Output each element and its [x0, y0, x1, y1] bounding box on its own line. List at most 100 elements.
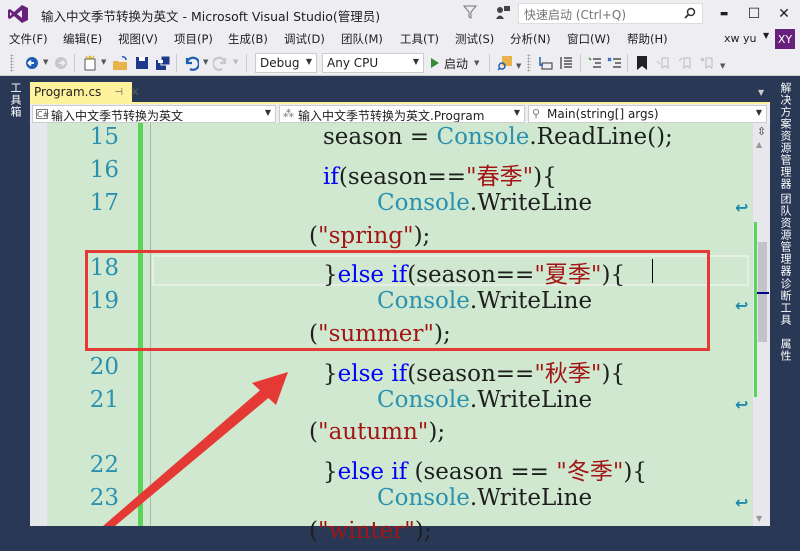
user-dropdown-icon[interactable]: ▼: [763, 31, 769, 40]
code-token: ){: [623, 459, 648, 485]
toolbox-tab[interactable]: 工具箱: [7, 82, 23, 118]
code-line[interactable]: 15 season = Console.ReadLine();: [47, 124, 759, 157]
code-line[interactable]: 23 Console.WriteLine: [47, 485, 759, 518]
chevron-down-icon: ▼: [264, 108, 271, 117]
type-token: Console: [377, 485, 470, 511]
class-icon: ⁂: [283, 107, 294, 120]
class-value: 输入中文季节转换为英文.Program: [298, 109, 485, 123]
close-button[interactable]: ✕: [772, 4, 796, 24]
minimize-icon: ▬: [719, 9, 729, 19]
maximize-icon: ☐: [747, 6, 761, 22]
back-icon[interactable]: [24, 55, 40, 71]
notification-filter-icon[interactable]: [463, 5, 477, 19]
bookmark-icon[interactable]: [634, 55, 650, 71]
find-in-files-icon[interactable]: [497, 55, 513, 71]
split-window-icon[interactable]: ⇳: [755, 126, 768, 138]
string-token: "秋季": [534, 361, 602, 387]
code-line[interactable]: 22}else if (season == "冬季"){: [47, 452, 759, 485]
menu-file[interactable]: 文件(F): [9, 31, 48, 47]
code-text: }else if (season == "冬季"){: [323, 452, 647, 486]
code-token: (season==: [407, 361, 535, 387]
comment-out-icon[interactable]: [587, 55, 603, 71]
code-line[interactable]: 17 Console.WriteLine: [47, 190, 759, 223]
chevron-down-icon: ▼: [755, 108, 762, 117]
indicator-margin[interactable]: [30, 123, 47, 526]
redo-dropdown-icon[interactable]: ▼: [233, 58, 238, 66]
menu-help[interactable]: 帮助(H): [627, 31, 668, 47]
quick-launch-input[interactable]: [519, 5, 679, 25]
menu-debug[interactable]: 调试(D): [284, 31, 325, 47]
solution-platform-select[interactable]: Any CPU ▼: [322, 53, 424, 73]
code-line[interactable]: ("autumn");: [47, 419, 759, 452]
line-number: 15: [89, 124, 119, 150]
class-select[interactable]: ⁂ 输入中文季节转换为英文.Program ▼: [279, 105, 525, 123]
forward-icon[interactable]: [53, 55, 69, 71]
maximize-button[interactable]: ☐: [742, 4, 766, 24]
solution-configuration-select[interactable]: Debug ▼: [255, 53, 317, 73]
menu-project[interactable]: 项目(P): [174, 31, 213, 47]
new-dropdown-icon[interactable]: ▼: [101, 58, 106, 66]
toolbar-grip[interactable]: [527, 54, 531, 72]
type-token: Console: [377, 190, 470, 216]
user-name[interactable]: xw yu: [724, 32, 756, 45]
code-token: (: [309, 518, 318, 544]
save-all-icon[interactable]: [155, 55, 171, 71]
avatar[interactable]: XY: [775, 29, 795, 49]
properties-tab[interactable]: 属性: [777, 338, 793, 362]
format-document-icon[interactable]: [558, 55, 574, 71]
scroll-down-icon[interactable]: ▼: [756, 514, 762, 523]
code-token: );: [428, 419, 446, 445]
code-line[interactable]: ("winter");: [47, 518, 759, 551]
code-line[interactable]: 21 Console.WriteLine: [47, 387, 759, 420]
feedback-icon[interactable]: [495, 5, 511, 21]
undo-icon[interactable]: [183, 55, 199, 71]
code-token: );: [414, 518, 432, 544]
close-tab-icon[interactable]: ✕: [130, 85, 140, 99]
project-select[interactable]: C# 输入中文季节转换为英文 ▼: [32, 105, 276, 123]
new-project-icon[interactable]: [82, 55, 98, 71]
step-into-icon[interactable]: [537, 55, 553, 71]
previous-bookmark-icon[interactable]: [656, 55, 672, 71]
menu-analyze[interactable]: 分析(N): [510, 31, 551, 47]
pin-icon[interactable]: ⊣: [114, 87, 123, 98]
tab-overflow-icon[interactable]: ▼: [758, 88, 764, 97]
menu-window[interactable]: 窗口(W): [567, 31, 610, 47]
back-dropdown-icon[interactable]: ▼: [43, 58, 48, 66]
code-text: if(season=="春季"){: [323, 157, 557, 191]
team-explorer-tab[interactable]: 团队资源管理器: [777, 193, 793, 277]
menu-test[interactable]: 测试(S): [455, 31, 494, 47]
quick-launch-box[interactable]: [518, 3, 703, 25]
diagnostic-tools-tab[interactable]: 诊断工具: [777, 278, 793, 326]
toolbar-overflow-icon[interactable]: ▼: [516, 62, 521, 70]
solution-explorer-tab[interactable]: 解决方案资源管理器: [777, 82, 793, 190]
clear-bookmarks-icon[interactable]: [700, 55, 716, 71]
open-file-icon[interactable]: [112, 55, 128, 71]
toolbar-overflow-icon[interactable]: ▼: [720, 62, 725, 70]
string-token: "winter": [317, 518, 415, 544]
menu-tools[interactable]: 工具(T): [400, 31, 439, 47]
member-select[interactable]: ⚲ Main(string[] args) ▼: [528, 105, 767, 123]
minimize-button[interactable]: ▬: [712, 4, 736, 24]
undo-dropdown-icon[interactable]: ▼: [203, 58, 208, 66]
highlight-annotation-box: [85, 250, 710, 351]
save-icon[interactable]: [134, 55, 150, 71]
start-dropdown-icon[interactable]: ▼: [474, 59, 479, 67]
title-bar: 输入中文季节转换为英文 - Microsoft Visual Studio(管理…: [0, 0, 800, 28]
code-line[interactable]: 20}else if(season=="秋季"){: [47, 354, 759, 387]
code-line[interactable]: 16 if(season=="春季"){: [47, 157, 759, 190]
search-icon[interactable]: [684, 7, 696, 19]
start-debugging-button[interactable]: 启动 ▼: [431, 54, 479, 72]
toolbar-grip[interactable]: [10, 54, 14, 72]
code-text: ("spring");: [309, 223, 430, 249]
menu-build[interactable]: 生成(B): [228, 31, 268, 47]
menu-team[interactable]: 团队(M): [341, 31, 383, 47]
scroll-up-icon[interactable]: ▲: [756, 140, 762, 149]
uncomment-icon[interactable]: [607, 55, 623, 71]
redo-icon[interactable]: [213, 55, 229, 71]
type-token: Console: [436, 124, 530, 150]
line-number: 20: [89, 354, 119, 380]
next-bookmark-icon[interactable]: [678, 55, 694, 71]
menu-view[interactable]: 视图(V): [118, 31, 158, 47]
menu-edit[interactable]: 编辑(E): [63, 31, 102, 47]
tab-program-cs[interactable]: Program.cs ⊣ ✕: [30, 82, 140, 102]
